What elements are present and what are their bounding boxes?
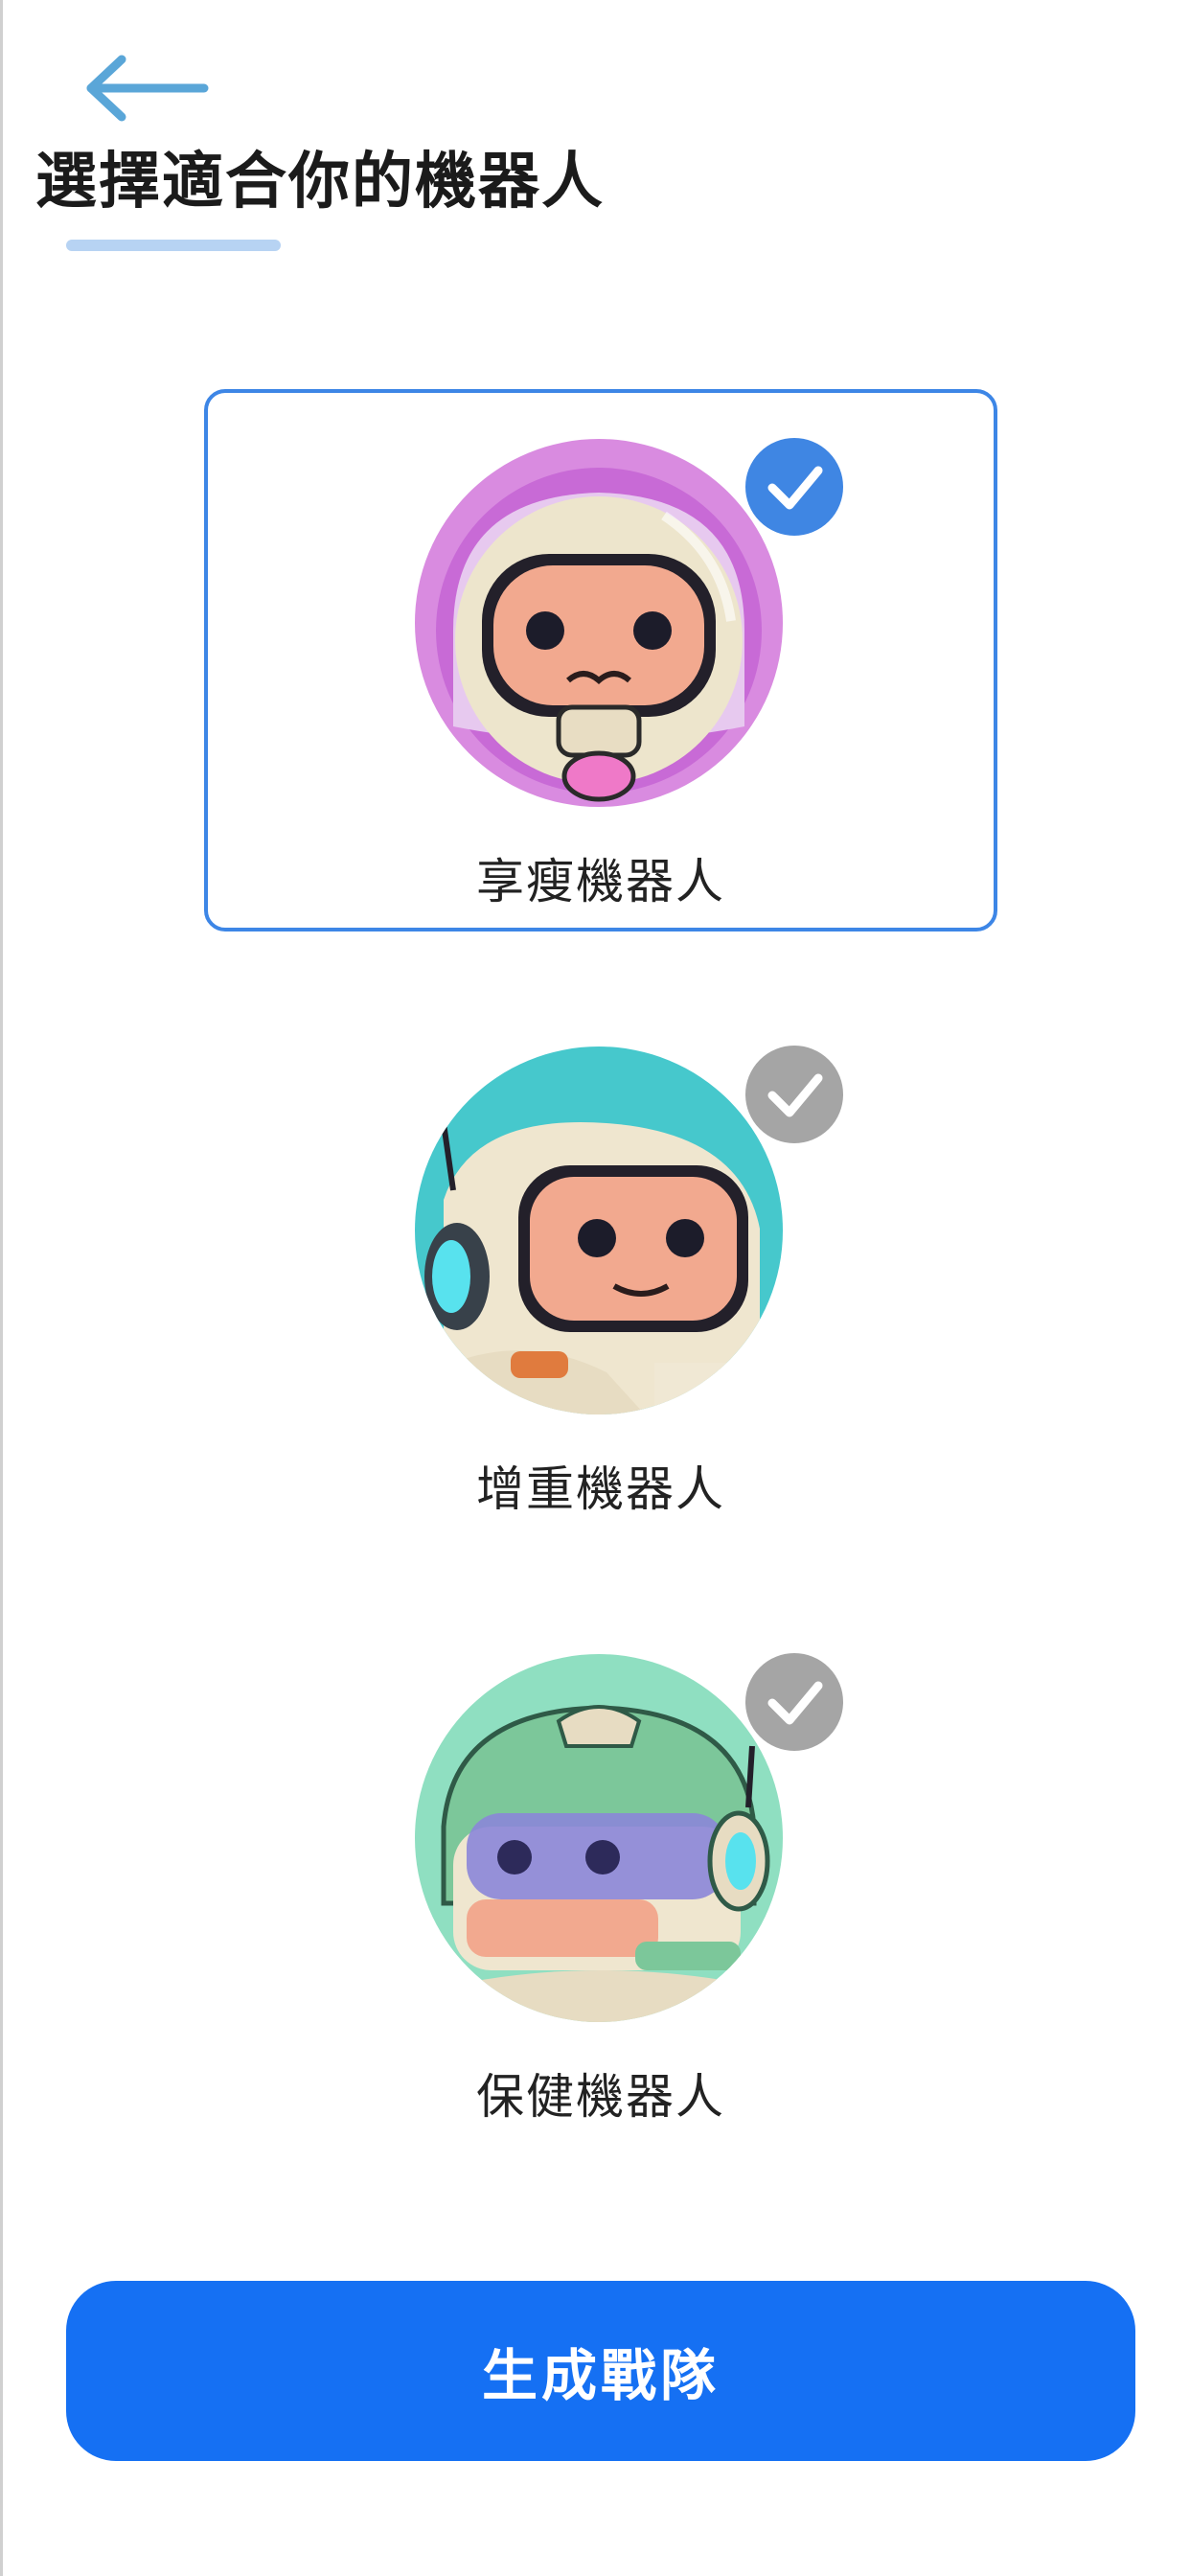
robot-label: 增重機器人	[476, 1461, 725, 1517]
unselected-check-icon	[741, 1648, 848, 1756]
robot-label: 保健機器人	[476, 2069, 725, 2125]
robot-avatar-health	[415, 1654, 783, 2022]
back-button[interactable]	[80, 50, 214, 126]
robot-option-slimming[interactable]: 享瘦機器人	[204, 389, 997, 932]
robot-option-health[interactable]: 保健機器人	[204, 1604, 997, 2147]
arrow-left-icon	[86, 55, 209, 122]
title-underline	[66, 240, 281, 251]
robot-avatar-slimming	[415, 439, 783, 807]
robot-option-weight-gain[interactable]: 增重機器人	[204, 997, 997, 1539]
robot-label: 享瘦機器人	[476, 854, 725, 909]
robot-avatar-weight-gain	[415, 1046, 783, 1414]
unselected-check-icon	[741, 1041, 848, 1148]
selected-check-icon	[741, 433, 848, 540]
robot-selection-screen: 選擇適合你的機器人 享瘦機器人 增重機器人 保健機器人 生成戰隊	[0, 0, 1190, 2576]
generate-team-button[interactable]: 生成戰隊	[66, 2281, 1135, 2461]
page-title: 選擇適合你的機器人	[35, 147, 605, 218]
